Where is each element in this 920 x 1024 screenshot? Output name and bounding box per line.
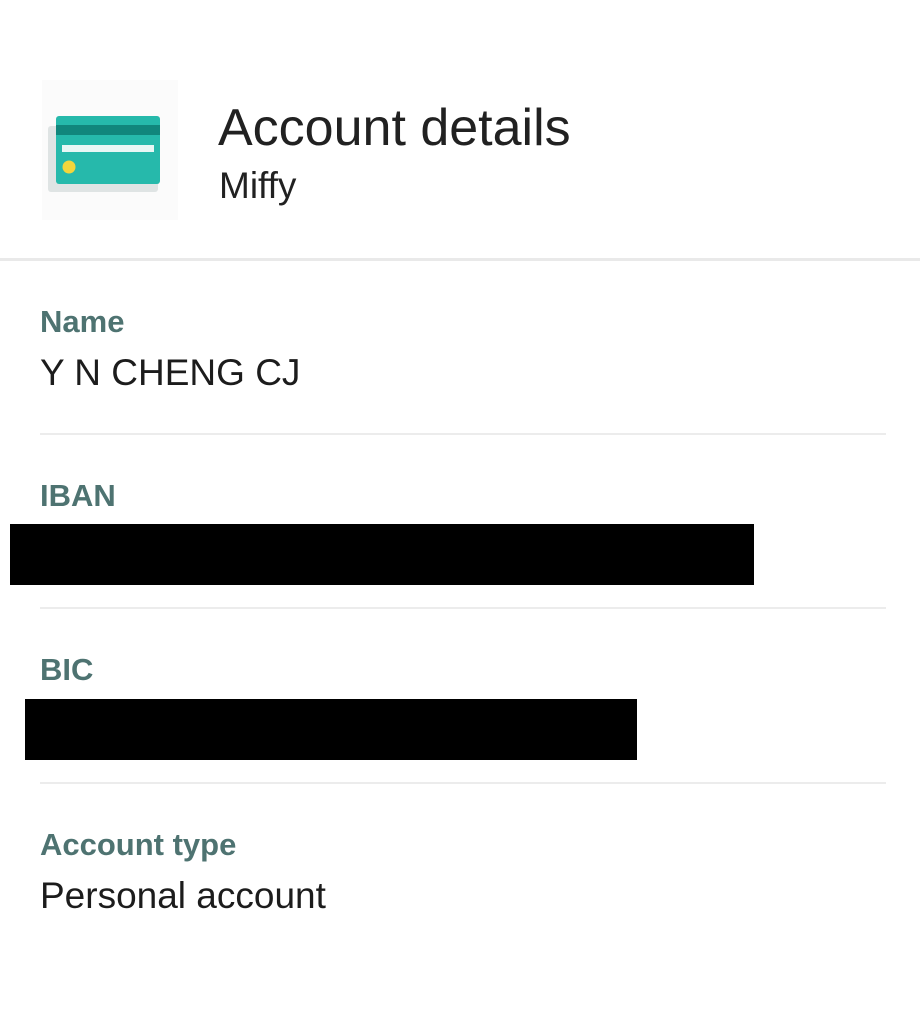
iban-divider (40, 607, 886, 609)
page-title: Account details (218, 99, 571, 157)
header: Account details Miffy (0, 0, 920, 260)
account-type-value: Personal account (40, 875, 326, 916)
account-type-label: Account type (40, 827, 237, 862)
bic-label: BIC (40, 652, 94, 687)
bic-redaction (25, 699, 637, 760)
bic-divider (40, 782, 886, 784)
name-divider (40, 433, 886, 435)
name-label: Name (40, 304, 125, 339)
iban-label: IBAN (40, 478, 116, 513)
iban-redaction (10, 524, 754, 585)
account-nickname: Miffy (219, 165, 297, 206)
credit-card-icon (42, 80, 178, 220)
name-value: Y N CHENG CJ (40, 352, 301, 393)
header-divider (0, 258, 920, 261)
